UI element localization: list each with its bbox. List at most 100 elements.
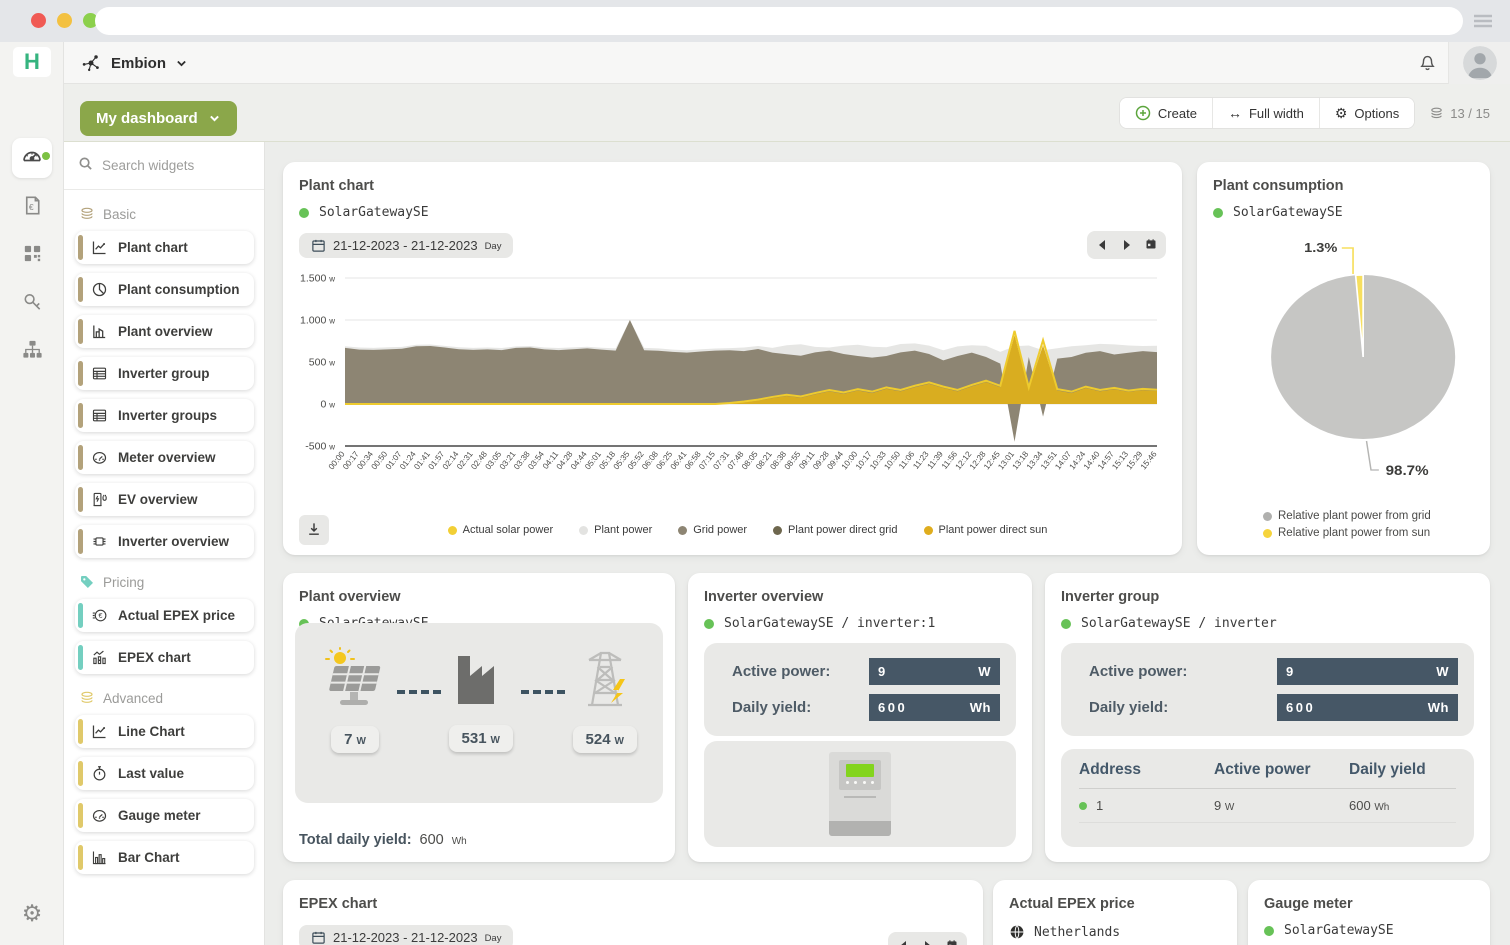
invoice-euro-icon: € bbox=[21, 194, 44, 222]
legend-item-plant-power-direct-grid[interactable]: Plant power direct grid bbox=[773, 524, 897, 536]
section-label: Basic bbox=[103, 207, 136, 222]
calendar-icon bbox=[311, 930, 326, 945]
legend-item-relative-plant-power-from-sun[interactable]: Relative plant power from sun bbox=[1263, 527, 1430, 539]
plus-circle-icon bbox=[1135, 105, 1151, 121]
calendar-button[interactable] bbox=[940, 934, 965, 945]
section-header-basic: Basic bbox=[79, 206, 264, 222]
legend-item-plant-power[interactable]: Plant power bbox=[579, 524, 652, 536]
widget-plant-chart: Plant chart SolarGatewaySE 21-12-2023 - … bbox=[283, 162, 1182, 555]
sidebar-item-access[interactable] bbox=[0, 282, 64, 326]
date-range-label: 21-12-2023 - 21-12-2023 bbox=[333, 930, 478, 945]
status-dot bbox=[1079, 802, 1087, 810]
next-period-button[interactable] bbox=[1114, 233, 1139, 257]
sidebar-item-inverter-overview[interactable]: Inverter overview bbox=[75, 525, 254, 558]
prev-period-button[interactable] bbox=[1089, 233, 1114, 257]
calendar-filled-icon bbox=[946, 939, 960, 945]
options-button[interactable]: ⚙ Options bbox=[1319, 98, 1414, 128]
sidebar-item-inverter-groups[interactable]: Inverter groups bbox=[75, 399, 254, 432]
epex-chart-icon bbox=[91, 649, 108, 666]
date-range-picker[interactable]: 21-12-2023 - 21-12-2023 Day bbox=[299, 925, 513, 945]
widget-item-label: Actual EPEX price bbox=[118, 608, 235, 623]
sidebar-item-plant-overview[interactable]: Plant overview bbox=[75, 315, 254, 348]
pie-chart-icon bbox=[91, 281, 108, 298]
sidebar-item-dashboard[interactable] bbox=[12, 138, 52, 178]
sidebar-item-line-chart[interactable]: Line Chart bbox=[75, 715, 254, 748]
flow-connector bbox=[397, 690, 441, 694]
create-button[interactable]: Create bbox=[1120, 98, 1212, 128]
url-bar[interactable] bbox=[95, 7, 1463, 35]
app-logo[interactable]: H bbox=[13, 47, 51, 77]
widget-title: Plant consumption bbox=[1213, 178, 1474, 194]
daily-yield-value: 600 Wh bbox=[869, 694, 1000, 721]
notifications-button[interactable] bbox=[1406, 42, 1448, 84]
sidebar-item-epex-chart[interactable]: EPEX chart bbox=[75, 641, 254, 674]
widget-item-label: Inverter groups bbox=[118, 408, 217, 423]
minimize-window-button[interactable] bbox=[57, 13, 72, 28]
user-menu[interactable] bbox=[1448, 42, 1510, 84]
org-selector[interactable]: Embion bbox=[80, 42, 188, 84]
download-button[interactable] bbox=[299, 515, 329, 545]
svg-text:-500 w: -500 w bbox=[305, 441, 335, 453]
sidebar-item-plant-consumption[interactable]: Plant consumption bbox=[75, 273, 254, 306]
gear-icon: ⚙ bbox=[1335, 106, 1348, 120]
widget-title: EPEX chart bbox=[299, 896, 513, 912]
device-name: SolarGatewaySE / inverter bbox=[1081, 616, 1277, 631]
sidebar-item-gauge-meter[interactable]: Gauge meter bbox=[75, 799, 254, 832]
chevron-down-icon bbox=[175, 57, 188, 70]
hamburger-icon[interactable] bbox=[1472, 11, 1494, 31]
full-width-button[interactable]: ↔ Full width bbox=[1212, 98, 1319, 128]
legend-item-relative-plant-power-from-grid[interactable]: Relative plant power from grid bbox=[1263, 510, 1431, 522]
sidebar-item-meter-overview[interactable]: Meter overview bbox=[75, 441, 254, 474]
sidebar-item-apps[interactable] bbox=[0, 234, 64, 278]
sidebar-item-topology[interactable] bbox=[0, 330, 64, 374]
sidebar-item-actual-epex-price[interactable]: €Actual EPEX price bbox=[75, 599, 254, 632]
settings-button[interactable]: ⚙ bbox=[0, 895, 64, 931]
legend-dot bbox=[448, 526, 457, 535]
legend-dot bbox=[773, 526, 782, 535]
legend-label: Relative plant power from grid bbox=[1278, 510, 1431, 522]
search-input[interactable] bbox=[102, 158, 250, 173]
close-window-button[interactable] bbox=[31, 13, 46, 28]
legend-item-grid-power[interactable]: Grid power bbox=[678, 524, 747, 536]
sidebar-item-bar-chart[interactable]: Bar Chart bbox=[75, 841, 254, 874]
sitemap-icon bbox=[21, 338, 44, 366]
next-period-button[interactable] bbox=[915, 934, 940, 945]
sidebar-item-inverter-group[interactable]: Inverter group bbox=[75, 357, 254, 390]
sidebar-item-invoices[interactable]: € bbox=[0, 186, 64, 230]
prev-period-button[interactable] bbox=[890, 934, 915, 945]
device-name: SolarGatewaySE bbox=[319, 205, 429, 220]
avatar bbox=[1463, 46, 1497, 80]
widget-item-label: EPEX chart bbox=[118, 650, 191, 665]
plant-chart-plot: 1.500 w1.000 w500 w0 w-500 w00:0000:1700… bbox=[299, 261, 1166, 501]
sidebar-item-ev-overview[interactable]: EV overview bbox=[75, 483, 254, 516]
plant-overview-icon bbox=[91, 323, 108, 340]
status-dot bbox=[299, 208, 309, 218]
svg-text:15:46: 15:46 bbox=[1139, 449, 1159, 471]
inverter-device-icon bbox=[829, 752, 891, 836]
widget-count-label: 13 / 15 bbox=[1450, 106, 1490, 121]
layers-icon bbox=[79, 206, 95, 222]
svg-text:1.500 w: 1.500 w bbox=[300, 273, 335, 285]
section-label: Pricing bbox=[103, 575, 144, 590]
app-header: Embion bbox=[64, 42, 1510, 84]
date-range-picker[interactable]: 21-12-2023 - 21-12-2023 Day bbox=[299, 233, 513, 258]
region-name: Netherlands bbox=[1034, 925, 1120, 940]
line-chart-icon bbox=[91, 723, 108, 740]
legend-item-plant-power-direct-sun[interactable]: Plant power direct sun bbox=[924, 524, 1048, 536]
active-power-value: 9 W bbox=[1277, 658, 1458, 685]
chip-icon bbox=[91, 533, 108, 550]
legend-label: Plant power direct sun bbox=[939, 524, 1048, 536]
power-panel: Active power: 9 W Daily yield: 600 Wh bbox=[704, 643, 1016, 736]
sidebar-item-last-value[interactable]: Last value bbox=[75, 757, 254, 790]
address-cell: 1 bbox=[1096, 798, 1103, 813]
calendar-button[interactable] bbox=[1139, 233, 1164, 257]
dashboard-selector-button[interactable]: My dashboard bbox=[80, 101, 237, 136]
bell-icon bbox=[1417, 51, 1438, 75]
sidebar-item-plant-chart[interactable]: Plant chart bbox=[75, 231, 254, 264]
device-name: SolarGatewaySE / inverter:1 bbox=[724, 616, 935, 631]
section-header-advanced: Advanced bbox=[79, 690, 264, 706]
options-label: Options bbox=[1354, 106, 1399, 121]
legend-item-actual-solar-power[interactable]: Actual solar power bbox=[448, 524, 554, 536]
table-header: Address Active power Daily yield bbox=[1079, 761, 1456, 789]
widget-inverter-group: Inverter group SolarGatewaySE / inverter… bbox=[1045, 573, 1490, 862]
